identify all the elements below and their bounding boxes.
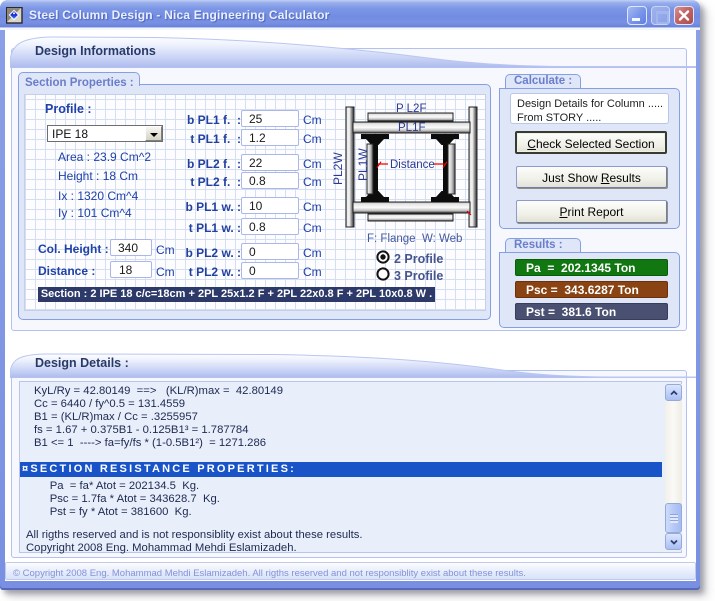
- svg-text:Distance: Distance: [390, 159, 435, 171]
- svg-text:PL2W: PL2W: [331, 152, 345, 185]
- svg-text:PL1F: PL1F: [398, 122, 426, 134]
- svg-text:PL1W: PL1W: [356, 148, 370, 181]
- svg-text:P L2F: P L2F: [396, 103, 426, 115]
